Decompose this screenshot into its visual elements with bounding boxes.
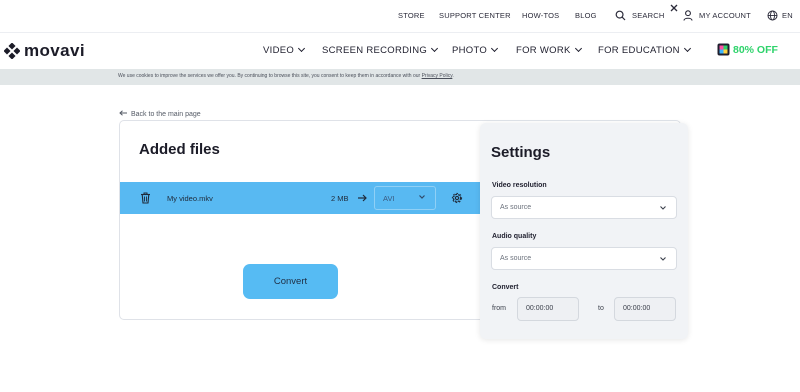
how-tos-link[interactable]: HOW-TOS xyxy=(522,11,559,20)
to-time-value: 00:00:00 xyxy=(623,305,651,312)
logo-mark-icon xyxy=(4,43,20,59)
chevron-down-icon xyxy=(431,44,439,53)
files-title: Added files xyxy=(139,141,220,158)
back-link[interactable]: Back to the main page xyxy=(119,110,201,118)
convert-button[interactable]: Convert xyxy=(243,264,338,299)
arrow-left-icon xyxy=(119,110,127,116)
arrow-right-icon xyxy=(358,194,367,202)
language-selector[interactable]: EN xyxy=(782,11,793,20)
nav-screen-recording-label: SCREEN RECORDING xyxy=(322,45,428,56)
gear-icon[interactable] xyxy=(451,192,463,204)
top-utility-bar: STORE SUPPORT CENTER HOW-TOS BLOG SEARCH… xyxy=(0,0,800,32)
close-icon[interactable] xyxy=(669,3,679,13)
nav-for-work-label: FOR WORK xyxy=(516,45,571,56)
chevron-down-icon xyxy=(574,44,582,53)
trash-icon[interactable] xyxy=(140,192,151,204)
settings-title: Settings xyxy=(491,144,551,161)
to-label: to xyxy=(598,305,604,312)
convert-range-label: Convert xyxy=(492,284,519,291)
search-icon[interactable] xyxy=(615,10,626,21)
nav-video-label: VIDEO xyxy=(263,45,295,56)
privacy-policy-link[interactable]: Privacy Policy xyxy=(422,73,453,79)
back-link-label: Back to the main page xyxy=(131,111,201,118)
search-link[interactable]: SEARCH xyxy=(632,11,664,20)
chevron-down-icon xyxy=(683,44,691,53)
audio-quality-value: As source xyxy=(500,255,532,262)
chevron-down-icon xyxy=(419,195,425,199)
promo-gift-icon xyxy=(717,43,730,56)
nav-photo[interactable]: PHOTO xyxy=(452,44,499,57)
support-center-link[interactable]: SUPPORT CENTER xyxy=(439,11,511,20)
chevron-down-icon xyxy=(660,206,666,210)
blog-link[interactable]: BLOG xyxy=(575,11,597,20)
video-resolution-label: Video resolution xyxy=(492,182,547,189)
cookie-text: We use cookies to improve the services w… xyxy=(118,73,454,79)
my-account-link[interactable]: MY ACCOUNT xyxy=(699,11,751,20)
nav-photo-label: PHOTO xyxy=(452,45,488,56)
nav-video[interactable]: VIDEO xyxy=(263,44,306,57)
nav-for-education[interactable]: FOR EDUCATION xyxy=(598,44,691,57)
cookie-period: . xyxy=(452,73,454,79)
nav-for-work[interactable]: FOR WORK xyxy=(516,44,582,57)
main-navigation: movavi VIDEO SCREEN RECORDING PHOTO FOR … xyxy=(0,32,800,68)
nav-for-education-label: FOR EDUCATION xyxy=(598,45,680,56)
file-size: 2 MB xyxy=(331,194,349,203)
cookie-banner: We use cookies to improve the services w… xyxy=(0,69,800,85)
globe-icon[interactable] xyxy=(767,10,778,21)
nav-screen-recording[interactable]: SCREEN RECORDING xyxy=(322,44,439,57)
from-time-value: 00:00:00 xyxy=(526,305,554,312)
brand-name: movavi xyxy=(24,41,85,60)
store-link[interactable]: STORE xyxy=(398,11,425,20)
file-name: My video.mkv xyxy=(167,194,213,203)
audio-quality-label: Audio quality xyxy=(492,233,537,240)
cookie-message: We use cookies to improve the services w… xyxy=(118,73,422,79)
format-value: AVI xyxy=(383,194,395,203)
chevron-down-icon xyxy=(491,44,499,53)
from-label: from xyxy=(492,305,506,312)
user-icon[interactable] xyxy=(683,10,693,21)
chevron-down-icon xyxy=(298,44,306,53)
promo-text: 80% OFF xyxy=(733,44,778,56)
chevron-down-icon xyxy=(660,257,666,261)
video-resolution-value: As source xyxy=(500,204,532,211)
